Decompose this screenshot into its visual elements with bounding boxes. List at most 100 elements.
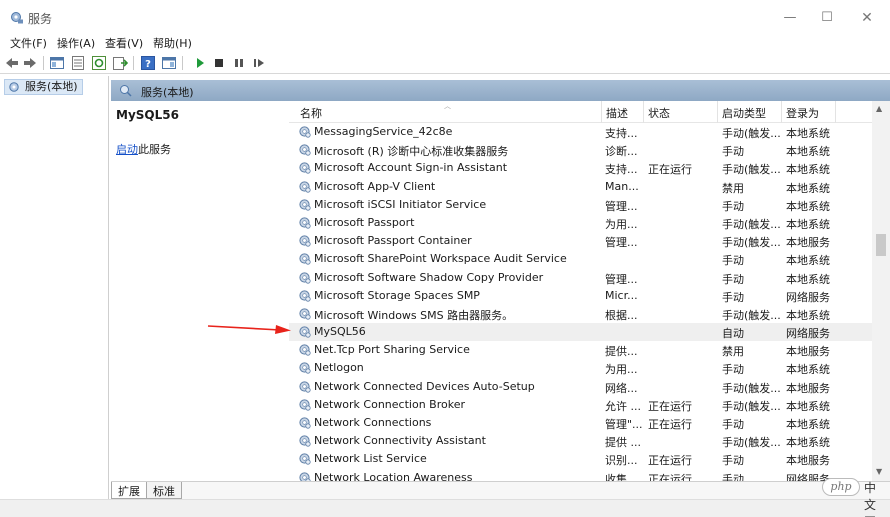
column-divider[interactable] bbox=[717, 101, 718, 123]
show-hide-tree-icon[interactable] bbox=[49, 55, 65, 71]
service-startup-type-cell: 手动(触发... bbox=[722, 308, 781, 322]
start-service-icon[interactable] bbox=[192, 55, 208, 71]
column-divider[interactable] bbox=[835, 101, 836, 123]
service-logon-cell: 本地系统 bbox=[786, 163, 830, 177]
service-name-cell: Microsoft Windows SMS 路由器服务。 bbox=[314, 308, 514, 322]
forward-arrow-icon[interactable] bbox=[22, 55, 38, 71]
service-startup-type-cell: 自动 bbox=[722, 327, 744, 341]
service-logon-cell: 本地系统 bbox=[786, 272, 830, 286]
export-list-icon[interactable] bbox=[70, 55, 86, 71]
table-row[interactable]: Network List Service 识别... 正在运行 手动 本地服务 bbox=[289, 450, 872, 468]
maximize-button[interactable]: ☐ bbox=[812, 7, 842, 29]
table-row[interactable]: Microsoft App-V Client Man... 禁用 本地系统 bbox=[289, 178, 872, 196]
table-row[interactable]: Network Location Awareness 收集... 正在运行 手动 网络服… bbox=[289, 469, 872, 481]
service-logon-cell: 本地系统 bbox=[786, 363, 830, 377]
tab-extended[interactable]: 扩展 bbox=[111, 482, 147, 499]
service-logon-cell: 本地服务 bbox=[786, 236, 830, 250]
toolbar: ? bbox=[0, 52, 890, 74]
help-icon[interactable]: ? bbox=[140, 55, 156, 71]
table-row[interactable]: Network Connectivity Assistant 提供 ... 手动(触… bbox=[289, 432, 872, 450]
php-logo: php bbox=[822, 478, 860, 496]
start-service-link[interactable]: 启动 bbox=[116, 143, 138, 156]
menu-view[interactable]: 查看(V) bbox=[105, 35, 143, 51]
start-service-suffix: 此服务 bbox=[138, 143, 171, 156]
service-startup-type-cell: 手动 bbox=[722, 254, 744, 268]
toolbar-separator bbox=[43, 56, 44, 70]
service-logon-cell: 本地系统 bbox=[786, 399, 830, 413]
table-row[interactable]: Net.Tcp Port Sharing Service 提供... 禁用 本地服务 bbox=[289, 341, 872, 359]
table-row-selected[interactable]: MySQL56 自动 网络服务 bbox=[289, 323, 872, 342]
column-divider[interactable] bbox=[781, 101, 782, 123]
service-description-cell: 管理... bbox=[605, 236, 638, 250]
service-rows: MessagingService_42c8e 支持... 手动(触发... 本地系统 M… bbox=[289, 123, 872, 481]
back-arrow-icon[interactable] bbox=[4, 55, 20, 71]
scroll-up-icon[interactable]: ▲ bbox=[876, 104, 882, 113]
service-gear-icon bbox=[298, 361, 311, 375]
service-name-cell: MySQL56 bbox=[314, 325, 366, 339]
column-divider[interactable] bbox=[643, 101, 644, 123]
column-header-name[interactable]: 名称 bbox=[300, 105, 322, 121]
scroll-down-icon[interactable]: ▼ bbox=[876, 467, 882, 476]
service-gear-icon bbox=[298, 216, 311, 229]
service-name-cell: Microsoft Storage Spaces SMP bbox=[314, 288, 480, 302]
table-row[interactable]: Microsoft SharePoint Workspace Audit Ser… bbox=[289, 250, 872, 268]
service-name-cell: Microsoft (R) 诊断中心标准收集器服务 bbox=[314, 145, 509, 159]
table-row[interactable]: Microsoft Passport 为用... 手动(触发... 本地系统 bbox=[289, 214, 872, 232]
vertical-scrollbar[interactable]: ▲ ▼ bbox=[872, 101, 890, 481]
service-gear-icon bbox=[298, 289, 311, 302]
stop-service-icon[interactable] bbox=[211, 55, 227, 71]
status-bar bbox=[0, 499, 890, 517]
column-header-startup-type[interactable]: 启动类型 bbox=[722, 105, 766, 121]
service-logon-cell: 本地系统 bbox=[786, 308, 830, 322]
panel-title: 服务(本地) bbox=[141, 86, 194, 99]
table-row[interactable]: Network Connection Broker 允许 ... 正在运行 手动(触发… bbox=[289, 396, 872, 414]
column-header-logon-as[interactable]: 登录为 bbox=[786, 105, 819, 121]
table-row[interactable]: Microsoft Account Sign-in Assistant 支持...… bbox=[289, 159, 872, 177]
table-row[interactable]: Microsoft (R) 诊断中心标准收集器服务 诊断... 手动 本地系统 bbox=[289, 141, 872, 159]
service-logon-cell: 本地系统 bbox=[786, 254, 830, 268]
services-panel-header: 服务(本地) bbox=[111, 80, 890, 101]
table-row[interactable]: Network Connections 管理"... 正在运行 手动 本地系统 bbox=[289, 414, 872, 432]
menu-action[interactable]: 操作(A) bbox=[57, 35, 95, 51]
service-description-cell: Micr... bbox=[605, 288, 638, 302]
service-gear-icon bbox=[298, 180, 311, 193]
pause-service-icon[interactable] bbox=[231, 55, 247, 71]
service-status-cell: 正在运行 bbox=[648, 399, 692, 413]
menu-help[interactable]: 帮助(H) bbox=[153, 35, 192, 51]
service-logon-cell: 本地系统 bbox=[786, 217, 830, 231]
table-row[interactable]: Network Connected Devices Auto-Setup 网络..… bbox=[289, 378, 872, 396]
service-startup-type-cell: 手动 bbox=[722, 145, 744, 159]
properties-icon[interactable] bbox=[161, 55, 177, 71]
table-row[interactable]: Microsoft Software Shadow Copy Provider 管… bbox=[289, 269, 872, 287]
column-divider[interactable] bbox=[601, 101, 602, 123]
table-row[interactable]: Microsoft Windows SMS 路由器服务。 根据... 手动(触发..… bbox=[289, 305, 872, 323]
resume-service-icon[interactable] bbox=[251, 55, 267, 71]
service-name-cell: Microsoft Account Sign-in Assistant bbox=[314, 161, 508, 175]
sort-indicator-icon: ︿ bbox=[444, 102, 451, 110]
table-row[interactable]: Microsoft Storage Spaces SMP Micr... 手动 网络服… bbox=[289, 287, 872, 305]
column-header-status[interactable]: 状态 bbox=[648, 105, 670, 121]
service-name-cell: Netlogon bbox=[314, 361, 364, 375]
table-row[interactable]: Microsoft Passport Container 管理... 手动(触发..… bbox=[289, 232, 872, 250]
service-status-cell: 正在运行 bbox=[648, 418, 692, 431]
service-startup-type-cell: 手动 bbox=[722, 363, 744, 377]
service-startup-type-cell: 禁用 bbox=[722, 181, 744, 195]
tree-item-services-local[interactable]: 服务(本地) bbox=[4, 79, 83, 95]
service-startup-type-cell: 手动 bbox=[722, 272, 744, 286]
column-header-description[interactable]: 描述 bbox=[606, 105, 628, 121]
console-tree: 服务(本地) bbox=[0, 76, 109, 500]
minimize-button[interactable]: — bbox=[775, 7, 805, 29]
table-row[interactable]: Microsoft iSCSI Initiator Service 管理... 手动… bbox=[289, 196, 872, 214]
close-button[interactable]: ✕ bbox=[852, 7, 882, 29]
scrollbar-thumb[interactable] bbox=[876, 234, 886, 256]
export-icon[interactable] bbox=[112, 55, 128, 71]
toolbar-separator bbox=[182, 56, 183, 70]
table-row[interactable]: Netlogon 为用... 手动 本地系统 bbox=[289, 359, 872, 377]
service-startup-type-cell: 手动 bbox=[722, 472, 744, 481]
service-logon-cell: 本地服务 bbox=[786, 454, 830, 468]
service-gear-icon bbox=[298, 416, 311, 429]
refresh-icon[interactable] bbox=[91, 55, 107, 71]
table-row[interactable]: MessagingService_42c8e 支持... 手动(触发... 本地系统 bbox=[289, 123, 872, 141]
menu-file[interactable]: 文件(F) bbox=[10, 35, 47, 51]
tab-standard[interactable]: 标准 bbox=[146, 482, 182, 499]
